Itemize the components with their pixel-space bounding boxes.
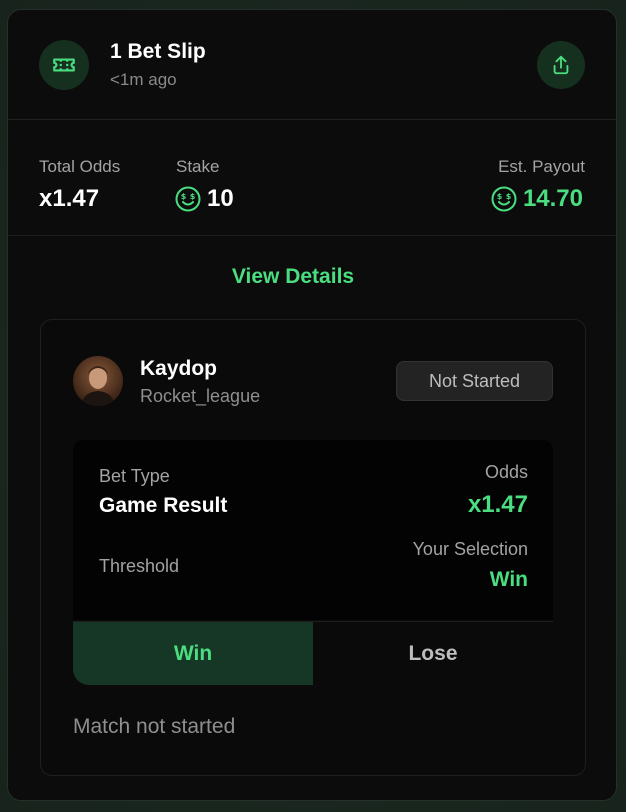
bet-slip-header: 1 Bet Slip <1m ago [8, 10, 616, 120]
svg-text:$: $ [181, 192, 187, 201]
bet-details: Bet Type Game Result Odds x1.47 Threshol… [73, 440, 553, 620]
svg-text:$: $ [497, 192, 503, 201]
share-icon [553, 55, 569, 75]
svg-text:$: $ [190, 192, 196, 201]
odds-value: x1.47 [467, 491, 528, 518]
avatar [73, 356, 123, 406]
odds-label: Odds [484, 462, 528, 482]
bet-type-value: Game Result [99, 494, 228, 517]
bet-slip-stats: Total Odds x1.47 Stake $ $ 10 Est. Payou… [8, 120, 616, 236]
match-status: Match not started [73, 715, 236, 738]
stake-value: $ $ 10 [175, 185, 234, 213]
outcome-toggle: Win Lose [73, 621, 553, 685]
share-button[interactable] [537, 41, 585, 89]
threshold-label: Threshold [99, 556, 180, 576]
bet-card: Kaydop Rocket_league Not Started Bet Typ… [40, 319, 586, 776]
ticket-icon [39, 40, 89, 90]
view-details-link[interactable]: View Details [8, 265, 578, 289]
player-game: Rocket_league [140, 386, 261, 406]
coin-smiley-icon: $ $ [175, 186, 201, 212]
bet-slip-timestamp: <1m ago [110, 70, 177, 89]
total-odds-value: x1.47 [39, 185, 100, 212]
bet-slip-card: 1 Bet Slip <1m ago Total Odds x1.47 Stak… [7, 9, 617, 801]
total-odds-label: Total Odds [39, 157, 121, 176]
player-name: Kaydop [140, 357, 218, 380]
est-payout-label: Est. Payout [498, 157, 585, 176]
est-payout-value: $ $ 14.70 [491, 185, 583, 213]
bet-slip-title: 1 Bet Slip [110, 40, 206, 63]
win-option[interactable]: Win [73, 622, 313, 685]
stake-label: Stake [176, 157, 220, 176]
status-badge: Not Started [396, 361, 553, 401]
bet-type-label: Bet Type [99, 466, 170, 486]
selection-value: Win [489, 568, 528, 591]
page-background: 1 Bet Slip <1m ago Total Odds x1.47 Stak… [0, 0, 626, 812]
lose-option[interactable]: Lose [313, 622, 553, 685]
svg-text:$: $ [506, 192, 512, 201]
coin-smiley-icon: $ $ [491, 186, 517, 212]
selection-label: Your Selection [412, 539, 528, 559]
